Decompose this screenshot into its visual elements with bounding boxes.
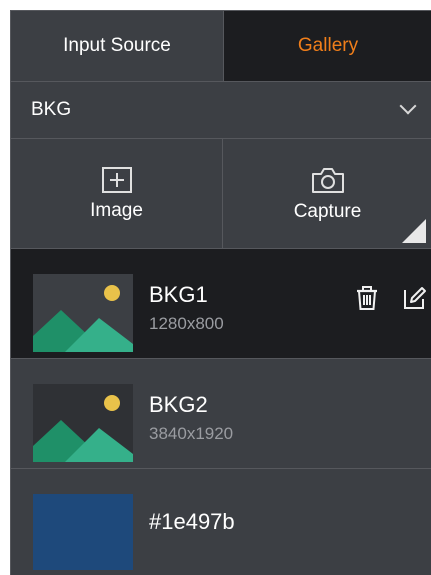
- category-dropdown[interactable]: BKG: [11, 81, 431, 139]
- gallery-item-color[interactable]: #1e497b: [11, 469, 431, 575]
- item-resolution: 1280x800: [149, 314, 224, 333]
- action-bar: Image Capture: [11, 139, 431, 249]
- add-image-icon: [101, 167, 132, 193]
- add-image-label: Image: [90, 200, 143, 221]
- color-swatch: [33, 494, 133, 570]
- tab-gallery[interactable]: Gallery: [224, 11, 431, 81]
- item-name: BKG2: [149, 392, 208, 417]
- gallery-item-bkg1[interactable]: BKG1 1280x800: [11, 249, 431, 359]
- capture-button[interactable]: Capture: [223, 139, 431, 249]
- item-tools: [354, 285, 428, 311]
- gallery-item-bkg2[interactable]: BKG2 3840x1920: [11, 359, 431, 469]
- item-name: BKG1: [149, 282, 208, 307]
- tab-bar: Input Source Gallery: [11, 11, 431, 81]
- trash-icon[interactable]: [354, 285, 380, 311]
- image-thumbnail: [33, 274, 133, 352]
- expand-corner-icon[interactable]: [402, 219, 426, 243]
- tab-input-source[interactable]: Input Source: [11, 11, 224, 81]
- camera-icon: [311, 168, 344, 193]
- gallery-panel: Input Source Gallery BKG Image Capture B…: [10, 10, 431, 575]
- color-label: #1e497b: [149, 509, 235, 534]
- image-thumbnail: [33, 384, 133, 462]
- chevron-down-icon: [399, 97, 417, 115]
- capture-label: Capture: [293, 201, 362, 222]
- item-resolution: 3840x1920: [149, 424, 234, 443]
- add-image-button[interactable]: Image: [11, 139, 223, 249]
- dropdown-selected-value: BKG: [31, 99, 72, 120]
- edit-icon[interactable]: [402, 285, 428, 311]
